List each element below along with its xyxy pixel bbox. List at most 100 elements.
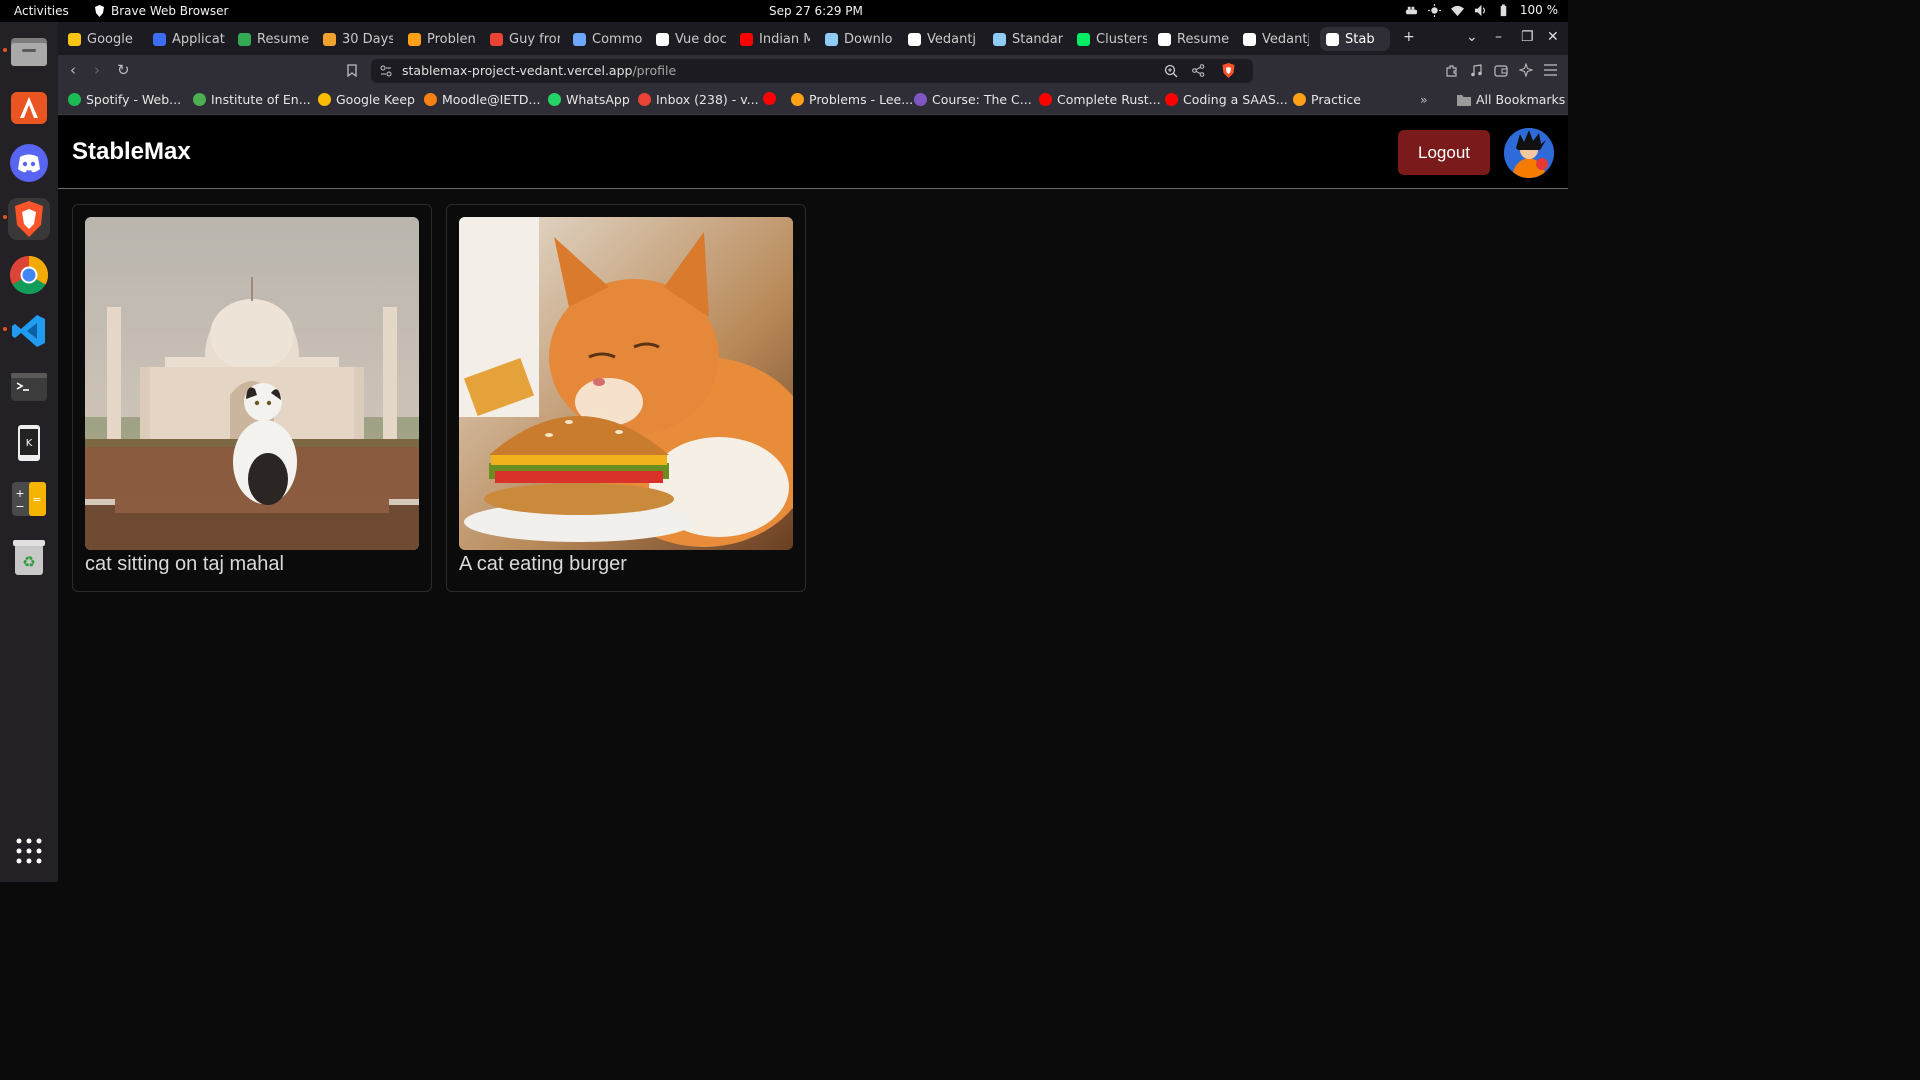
image-card[interactable]: cat sitting on taj mahal (72, 204, 432, 592)
tab-search-chevron-icon[interactable]: ⌄ (1466, 29, 1478, 45)
bookmark-item[interactable]: Spotify - Web... (68, 92, 181, 107)
system-tray[interactable]: 100 % (1405, 3, 1558, 17)
tab-favicon-icon (1158, 32, 1171, 46)
tab-label: Google (87, 31, 133, 47)
media-player-icon[interactable] (1470, 64, 1483, 77)
bookmark-item[interactable] (763, 92, 776, 105)
battery-icon[interactable] (1497, 3, 1510, 17)
bookmark-item[interactable]: Moodle@IETD... (424, 92, 540, 107)
forward-button[interactable]: › (94, 61, 100, 79)
browser-tab[interactable]: Vedantj (908, 27, 980, 51)
wallet-icon[interactable] (1494, 64, 1508, 77)
browser-tab[interactable]: Vue doc (656, 27, 728, 51)
browser-tab[interactable]: Downlo (825, 27, 895, 51)
leo-ai-icon[interactable] (1519, 63, 1533, 77)
tab-favicon-icon (1326, 32, 1339, 46)
volume-icon[interactable] (1474, 4, 1487, 17)
running-indicator (3, 215, 7, 219)
app-center-icon[interactable] (8, 86, 50, 128)
focused-app-menu[interactable]: Brave Web Browser (94, 4, 228, 18)
bookmark-label: Practice (1311, 92, 1361, 107)
brand-logo[interactable]: StableMax (72, 138, 191, 166)
close-window-button[interactable]: ✕ (1547, 29, 1559, 45)
bookmark-label: Institute of En... (211, 92, 311, 107)
main-menu-icon[interactable] (1544, 64, 1557, 76)
brave-shields-icon[interactable] (1222, 63, 1235, 78)
tab-favicon-icon (153, 32, 166, 46)
app-header: StableMax Logout (58, 116, 1568, 189)
tab-label: Resume (257, 31, 310, 47)
bookmark-favicon-icon (548, 93, 561, 106)
terminal-icon[interactable] (8, 366, 50, 408)
new-tab-button[interactable]: + (1403, 29, 1415, 45)
bookmark-label: Inbox (238) - v... (656, 92, 759, 107)
tab-label: Commo (592, 31, 643, 47)
bookmark-item[interactable]: Complete Rust... (1039, 92, 1161, 107)
wifi-icon[interactable] (1450, 4, 1464, 17)
running-indicator (3, 48, 7, 52)
minimize-window-button[interactable]: – (1495, 29, 1502, 45)
vscode-icon[interactable] (8, 310, 50, 352)
discord-icon[interactable] (8, 142, 50, 184)
bookmark-favicon-icon (193, 93, 206, 106)
extensions-icon[interactable] (1445, 64, 1458, 77)
browser-tab[interactable]: 30 Days (323, 27, 393, 51)
tab-active[interactable]: Stab✕ (1320, 27, 1390, 51)
site-settings-icon[interactable] (380, 65, 392, 77)
files-app-icon[interactable] (8, 30, 50, 72)
svg-text:K: K (26, 438, 33, 449)
calculator-icon[interactable]: + − = (8, 478, 50, 520)
browser-tab[interactable]: Vedantj (1243, 27, 1309, 51)
bookmark-item[interactable]: Institute of En... (193, 92, 311, 107)
image-card[interactable]: A cat eating burger (446, 204, 806, 592)
share-icon[interactable] (1192, 64, 1205, 77)
bookmark-item[interactable]: Course: The C... (914, 92, 1032, 107)
browser-tab[interactable]: Google (68, 27, 140, 51)
maximize-window-button[interactable]: ❐ (1521, 29, 1534, 45)
trash-icon[interactable]: ♻ (8, 536, 50, 578)
generated-image[interactable] (85, 217, 419, 550)
generated-image[interactable] (459, 217, 793, 550)
brightness-icon[interactable] (1427, 3, 1441, 17)
kdeconnect-icon[interactable]: K (8, 422, 50, 464)
bookmark-item[interactable]: Problems - Lee... (791, 92, 913, 107)
browser-tab[interactable]: Standar (993, 27, 1063, 51)
browser-tab[interactable]: Commo (573, 27, 645, 51)
reload-button[interactable]: ↻ (117, 61, 130, 79)
tab-favicon-icon (1243, 32, 1256, 46)
zoom-icon[interactable] (1164, 64, 1178, 78)
tab-favicon-icon (656, 32, 669, 46)
svg-text:=: = (32, 493, 41, 506)
browser-tab[interactable]: Problen (408, 27, 476, 51)
brave-browser-icon[interactable] (8, 198, 50, 240)
bookmarks-bar: Spotify - Web... Institute of En... Google… (58, 87, 1568, 115)
show-applications-icon[interactable] (8, 830, 50, 872)
chrome-icon[interactable] (8, 254, 50, 296)
address-bar[interactable]: stablemax-project-vedant.vercel.app/prof… (371, 59, 1253, 83)
all-bookmarks-folder[interactable]: All Bookmarks (1457, 92, 1565, 107)
activities-button[interactable]: Activities (14, 4, 69, 18)
docker-icon[interactable] (1405, 4, 1418, 17)
brave-lion-icon (95, 5, 104, 17)
bookmark-item[interactable]: WhatsApp (548, 92, 630, 107)
system-top-bar: Activities Brave Web Browser Sep 27 6:29… (0, 0, 1568, 22)
bookmark-favicon-icon (763, 92, 776, 105)
bookmark-item[interactable]: Inbox (238) - v... (638, 92, 759, 107)
bookmark-item[interactable]: Practice (1293, 92, 1361, 107)
bookmark-page-icon[interactable] (347, 64, 357, 77)
clock[interactable]: Sep 27 6:29 PM (769, 4, 863, 18)
logout-button[interactable]: Logout (1398, 130, 1490, 175)
browser-tab[interactable]: Indian M (740, 27, 810, 51)
browser-tab[interactable]: Clusters (1077, 27, 1147, 51)
bookmark-item[interactable]: Google Keep (318, 92, 415, 107)
bookmark-favicon-icon (318, 93, 331, 106)
back-button[interactable]: ‹ (70, 61, 76, 79)
browser-tab[interactable]: Applicat (153, 27, 225, 51)
browser-tab[interactable]: Guy fror (490, 27, 560, 51)
user-avatar[interactable] (1504, 128, 1554, 178)
browser-tab[interactable]: Resume (238, 27, 310, 51)
bookmark-label: Course: The C... (932, 92, 1032, 107)
browser-tab[interactable]: Resume (1158, 27, 1230, 51)
bookmark-item[interactable]: Coding a SAAS... (1165, 92, 1288, 107)
more-bookmarks-chevron-icon[interactable]: » (1420, 92, 1428, 107)
